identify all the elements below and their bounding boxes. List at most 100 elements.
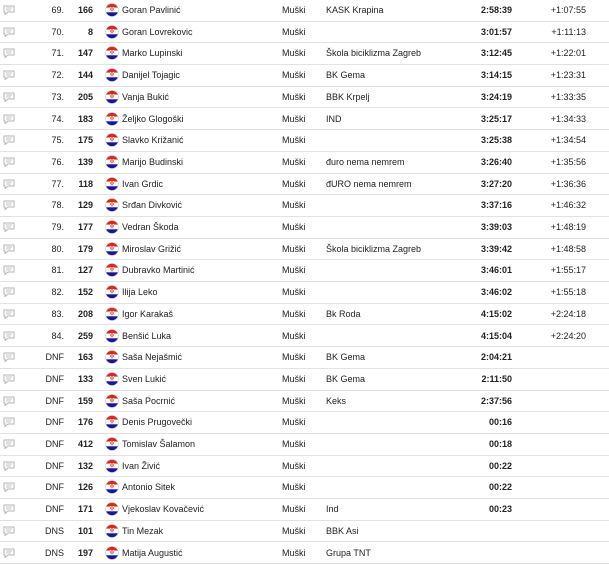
comment-icon[interactable] [3, 526, 15, 536]
results-table: 69. 166 Goran Pavlinić Muški KASK Krapin… [0, 0, 609, 564]
bib-number: 144 [77, 70, 93, 81]
croatia-flag-icon [105, 46, 119, 61]
comment-icon[interactable] [3, 461, 15, 471]
comment-icon[interactable] [3, 114, 15, 124]
position: DNF [45, 373, 65, 384]
comment-icon[interactable] [3, 287, 15, 298]
club-name: BK Gema [326, 352, 366, 363]
time-gap: +1:48:58 [550, 243, 586, 254]
category: Muški [282, 395, 306, 406]
rider-name: Ivan Živić [122, 460, 161, 471]
comment-icon[interactable] [3, 265, 15, 276]
time-gap: +1:34:54 [550, 135, 586, 146]
table-row: 74. 183 Željko Glogoški Muški IND 3:25:1… [0, 109, 609, 131]
club-name: BBK Krpelj [326, 91, 370, 102]
comment-icon[interactable] [3, 27, 15, 37]
table-row: 84. 259 Benšić Luka Muški 4:15:04 +2:24:… [0, 326, 609, 348]
comment-icon[interactable] [3, 439, 15, 449]
comment-icon[interactable] [3, 352, 15, 363]
finish-time [448, 521, 512, 542]
position: 72. [51, 70, 64, 81]
comment-icon[interactable] [3, 135, 15, 146]
bib-number: 412 [77, 439, 93, 449]
croatia-flag-icon [105, 155, 119, 169]
comment-icon[interactable] [3, 92, 15, 102]
comment-icon[interactable] [3, 48, 15, 59]
finish-time: 00:23 [488, 504, 512, 515]
finish-time: 3:39:03 [480, 222, 512, 232]
time-gap: +1:23:31 [550, 70, 586, 81]
bib-number: 166 [77, 5, 93, 15]
comment-icon[interactable] [3, 70, 15, 81]
rider-name: Dubravko Martinić [122, 265, 195, 276]
table-row: DNF 412 Tomislav Šalamon Muški 00:18 [0, 434, 609, 456]
bib-number: 147 [77, 48, 93, 59]
finish-time [448, 543, 512, 564]
croatia-flag-icon [105, 328, 119, 343]
comment-icon[interactable] [3, 200, 15, 211]
bib-number: 126 [77, 482, 93, 493]
comment-icon[interactable] [3, 222, 15, 232]
croatia-flag-icon [105, 198, 119, 213]
rider-name: Marko Lupinski [122, 48, 183, 59]
rider-name: Slavko Križanić [122, 135, 184, 146]
category: Muški [282, 330, 306, 341]
category: Muški [282, 91, 306, 102]
comment-icon[interactable] [3, 179, 15, 189]
bib-number: 152 [77, 287, 93, 298]
finish-time: 3:39:42 [480, 243, 512, 254]
table-row: 81. 127 Dubravko Martinić Muški 3:46:01 … [0, 260, 609, 283]
table-row: 71. 147 Marko Lupinski Muški Škola bicik… [0, 43, 609, 66]
position: 75. [51, 135, 64, 146]
category: Muški [282, 525, 306, 536]
comment-icon[interactable] [3, 157, 15, 167]
rider-name: Goran Pavlinić [122, 5, 181, 15]
croatia-flag-icon [105, 133, 119, 147]
table-row: 80. 179 Miroslav Grižić Muški Škola bici… [0, 239, 609, 261]
comment-icon[interactable] [3, 309, 15, 319]
comment-icon[interactable] [3, 417, 15, 428]
bib-number: 171 [77, 504, 93, 515]
rider-name: Željko Glogoški [122, 113, 184, 124]
comment-icon[interactable] [3, 396, 15, 406]
time-gap [520, 391, 586, 412]
croatia-flag-icon [105, 111, 119, 126]
comment-icon[interactable] [3, 331, 15, 341]
bib-number: 132 [77, 460, 93, 471]
finish-time: 3:01:57 [480, 26, 512, 37]
croatia-flag-icon [105, 220, 119, 234]
comment-icon[interactable] [3, 548, 15, 558]
bib-number: 183 [77, 113, 93, 124]
table-row: 69. 166 Goran Pavlinić Muški KASK Krapin… [0, 0, 609, 22]
position: 78. [51, 200, 64, 211]
category: Muški [282, 113, 306, 124]
club-name: BK Gema [326, 373, 366, 384]
club-name: đURO nema nemrem [326, 178, 412, 189]
croatia-flag-icon [105, 68, 119, 82]
rider-name: Antonio Sitek [122, 482, 176, 493]
position: 83. [51, 308, 64, 319]
table-row: DNF 176 Denis Prugovečki Muški 00:16 [0, 412, 609, 434]
position: DNS [44, 525, 64, 536]
croatia-flag-icon [105, 24, 119, 39]
croatia-flag-icon [105, 241, 119, 256]
comment-icon[interactable] [3, 482, 15, 493]
category: Muški [282, 287, 306, 298]
time-gap: +1:34:33 [550, 113, 586, 124]
position: 71. [51, 48, 64, 59]
club-name: Grupa TNT [326, 547, 371, 558]
club-name: KASK Krapina [326, 5, 384, 15]
finish-time: 3:25:38 [480, 135, 512, 146]
time-gap: +2:24:18 [550, 308, 586, 319]
table-row: DNS 197 Matija Augustić Muški Grupa TNT [0, 543, 609, 564]
time-gap [520, 347, 586, 368]
comment-icon[interactable] [3, 374, 15, 384]
comment-icon[interactable] [3, 504, 15, 515]
comment-icon[interactable] [3, 5, 15, 15]
category: Muški [282, 178, 306, 189]
comment-icon[interactable] [3, 244, 15, 254]
table-row: DNF 159 Saša Pocrnić Muški Keks 2:37:56 [0, 391, 609, 413]
time-gap [520, 499, 586, 520]
table-row: 70. 8 Goran Lovrekovic Muški 3:01:57 +1:… [0, 22, 609, 44]
croatia-flag-icon [105, 372, 119, 386]
